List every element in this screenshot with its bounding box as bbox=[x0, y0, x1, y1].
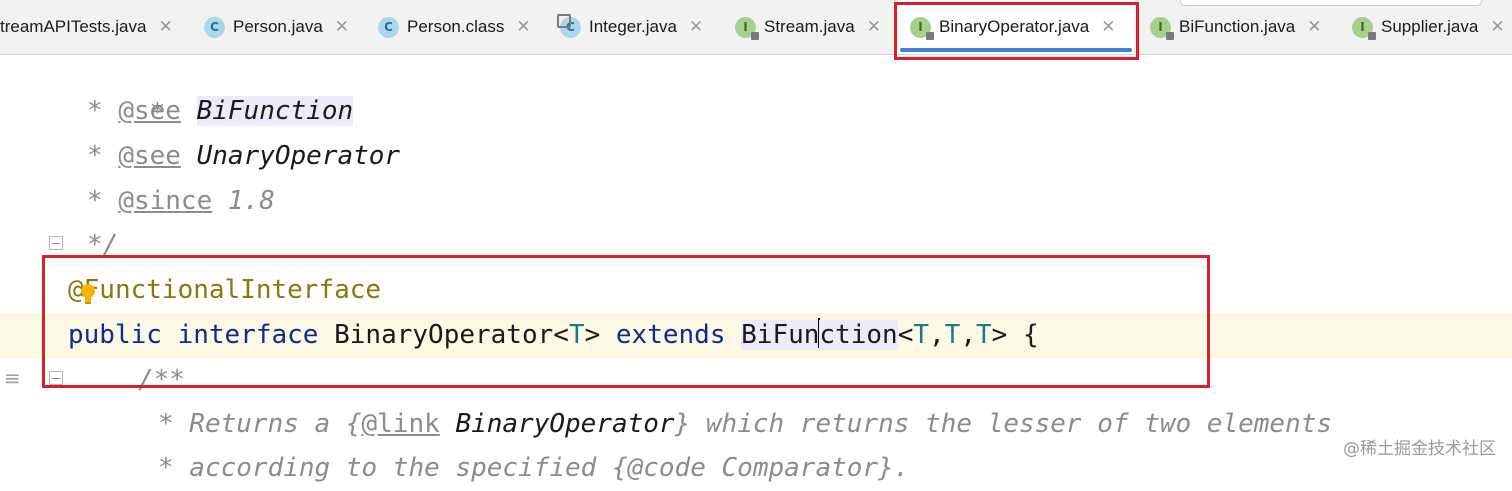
close-icon[interactable]: ✕ bbox=[158, 17, 172, 37]
code-line-2: * @see BiFunction bbox=[87, 96, 354, 126]
interface-icon: I bbox=[735, 16, 759, 40]
class-icon: C bbox=[204, 16, 225, 38]
javadoc-reference: UnaryOperator bbox=[196, 141, 401, 171]
code-line-10: * according to the specified {@code Comp… bbox=[158, 453, 910, 483]
tab-label: BiFunction.java bbox=[1179, 17, 1296, 36]
close-icon[interactable]: ✕ bbox=[1490, 17, 1504, 37]
class-icon: C bbox=[378, 16, 399, 38]
tab-label: Person.class bbox=[407, 17, 505, 36]
interface-icon: I bbox=[1150, 16, 1174, 40]
interface-icon: I bbox=[1352, 16, 1376, 40]
code-line-1: * bbox=[149, 98, 166, 128]
code-line-3: * @see UnaryOperator bbox=[87, 141, 401, 171]
close-icon[interactable]: ✕ bbox=[689, 17, 703, 37]
tab-label: Stream.java bbox=[764, 17, 855, 36]
class-icon: C bbox=[557, 13, 581, 38]
tab-label: Person.java bbox=[233, 17, 323, 36]
watermark: @稀土掘金技术社区 bbox=[1343, 439, 1496, 459]
close-icon[interactable]: ✕ bbox=[867, 17, 881, 37]
javadoc-reference: BinaryOperator bbox=[455, 409, 675, 439]
javadoc-tag: @since bbox=[118, 186, 213, 216]
javadoc-tag: @see bbox=[118, 96, 181, 126]
close-icon[interactable]: ✕ bbox=[1307, 17, 1321, 37]
javadoc-tag: @link bbox=[361, 409, 440, 439]
close-icon[interactable]: ✕ bbox=[335, 17, 349, 37]
code-line-9: * Returns a {@link BinaryOperator} which… bbox=[158, 409, 1333, 439]
tab-label: Supplier.java bbox=[1381, 17, 1479, 36]
tab-label: Integer.java bbox=[589, 17, 677, 36]
javadoc-reference: BiFunction bbox=[196, 96, 354, 126]
close-icon[interactable]: ✕ bbox=[516, 17, 530, 37]
highlight-box-code bbox=[42, 255, 1210, 388]
tab-label: treamAPITests.java bbox=[0, 17, 147, 36]
javadoc-tag: @see bbox=[118, 141, 181, 171]
code-line-4: * @since 1.8 bbox=[87, 186, 275, 216]
